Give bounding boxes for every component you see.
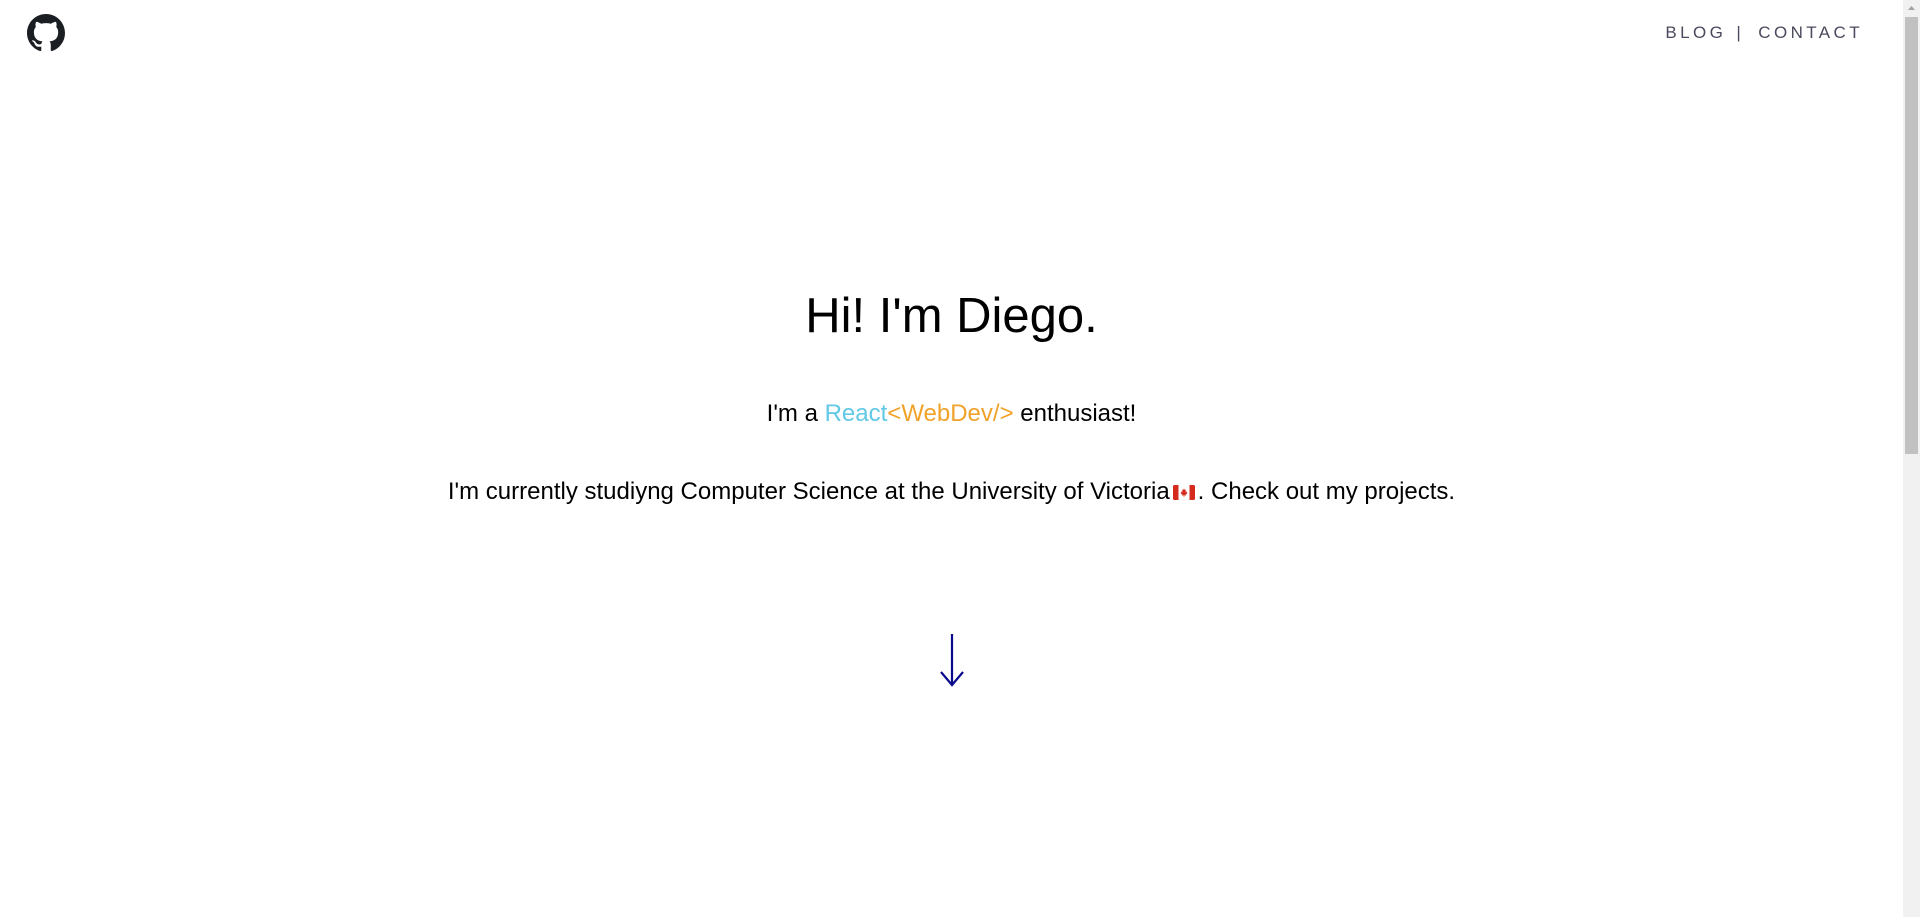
hero-tagline: I'm a React<WebDev/> enthusiast!: [0, 399, 1903, 429]
github-icon: [27, 14, 65, 52]
scroll-up-arrow-icon[interactable]: [1903, 0, 1920, 17]
canada-flag-icon: [1172, 485, 1195, 500]
top-nav: BLOG | CONTACT: [1665, 23, 1863, 43]
nav-separator: |: [1736, 23, 1745, 42]
tagline-react: React: [824, 400, 888, 427]
scroll-down-link[interactable]: [937, 632, 967, 688]
bio-text: I'm currently studiyng Computer Science …: [447, 478, 1170, 505]
page-scrollbar[interactable]: [1903, 0, 1920, 917]
scrollbar-thumb[interactable]: [1905, 17, 1918, 454]
bio-suffix: . Check out my projects.: [1197, 478, 1456, 505]
tagline-suffix: enthusiast!: [1013, 400, 1137, 427]
hero-bio: I'm currently studiyng Computer Science …: [0, 477, 1903, 507]
nav-blog-link[interactable]: BLOG: [1665, 23, 1726, 42]
page: BLOG | CONTACT Hi! I'm Diego. I'm a Reac…: [0, 0, 1920, 917]
nav-contact-link[interactable]: CONTACT: [1758, 23, 1863, 42]
tagline-webdev: <WebDev/>: [887, 400, 1014, 427]
hero-title: Hi! I'm Diego.: [805, 289, 1098, 343]
tagline-prefix: I'm a: [766, 400, 825, 427]
github-link[interactable]: [27, 14, 65, 52]
down-arrow-icon: [937, 632, 967, 688]
